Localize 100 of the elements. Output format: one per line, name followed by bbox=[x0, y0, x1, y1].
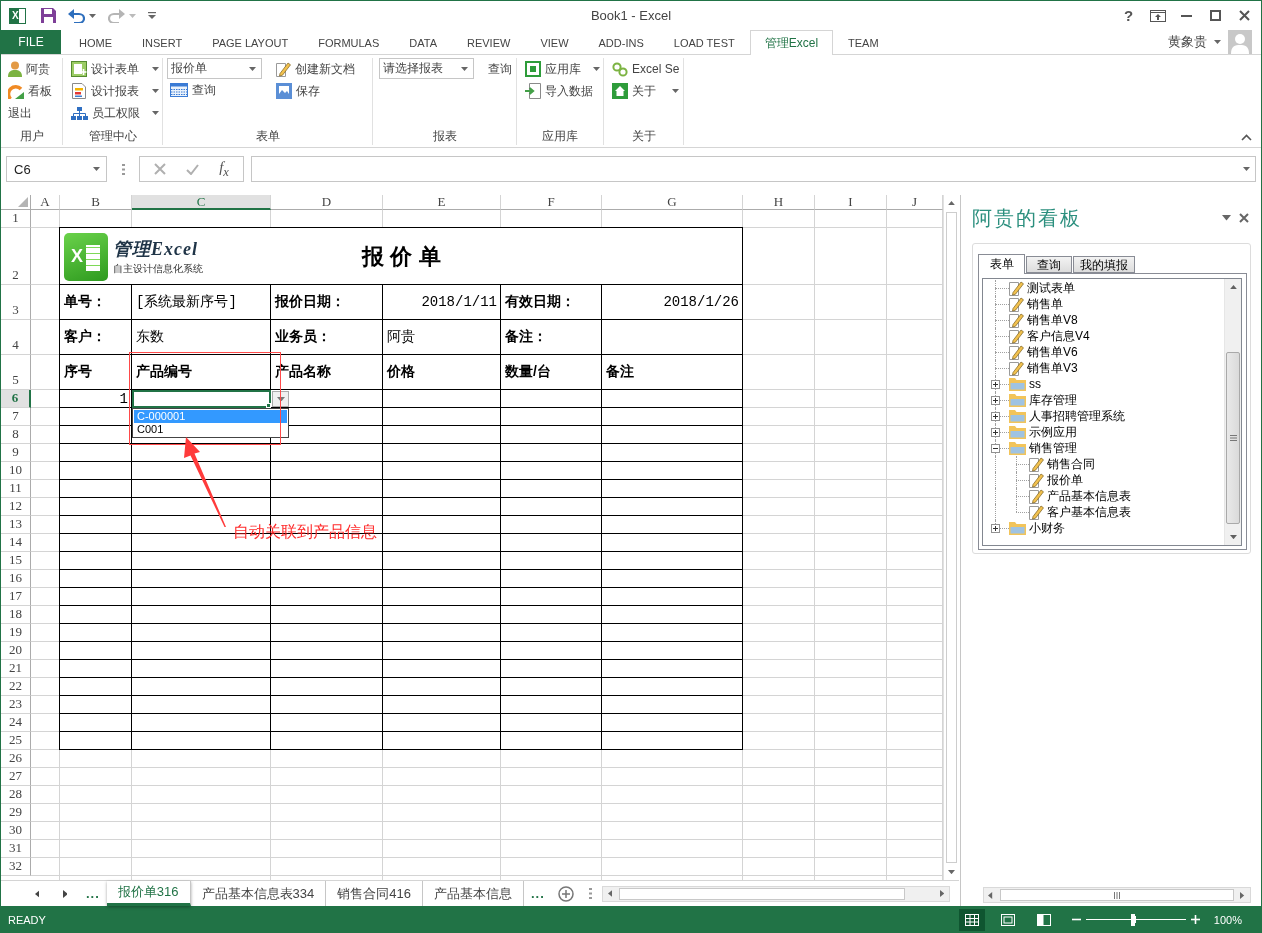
row-header[interactable]: 22 bbox=[1, 678, 31, 696]
scroll-thumb[interactable] bbox=[946, 212, 957, 863]
column-header[interactable]: F bbox=[501, 195, 602, 210]
tree-item[interactable]: 报价单 bbox=[1047, 471, 1083, 489]
horizontal-scrollbar[interactable] bbox=[982, 887, 1251, 903]
column-header[interactable]: A bbox=[31, 195, 60, 210]
ribbon-tab[interactable]: REVIEW bbox=[452, 30, 526, 55]
scroll-thumb[interactable] bbox=[999, 889, 1234, 901]
tree-item[interactable]: 客户基本信息表 bbox=[1047, 503, 1131, 521]
row-header[interactable]: 28 bbox=[1, 786, 31, 804]
column-header[interactable]: D bbox=[271, 195, 383, 210]
tree-item[interactable]: 测试表单 bbox=[1027, 279, 1075, 297]
ribbon-tab[interactable]: VIEW bbox=[525, 30, 584, 55]
dropdown-field[interactable]: 报价单 bbox=[167, 58, 262, 79]
row-header[interactable]: 25 bbox=[1, 732, 31, 750]
row-header[interactable]: 30 bbox=[1, 822, 31, 840]
row-header[interactable]: 1 bbox=[1, 210, 31, 228]
row-header[interactable]: 19 bbox=[1, 624, 31, 642]
menu-button[interactable]: 应用库 bbox=[522, 58, 603, 80]
sheet-tab[interactable]: 报价单316 bbox=[106, 881, 191, 906]
scroll-thumb[interactable] bbox=[618, 887, 905, 900]
menu-button[interactable]: 关于 bbox=[609, 80, 683, 102]
ribbon-button[interactable]: 看板 bbox=[5, 80, 58, 102]
row-header[interactable]: 24 bbox=[1, 714, 31, 732]
column-header[interactable]: B bbox=[60, 195, 132, 210]
row-header[interactable]: 18 bbox=[1, 606, 31, 624]
help-button[interactable]: ? bbox=[1114, 3, 1143, 28]
ribbon-tab[interactable]: ADD-INS bbox=[583, 30, 659, 55]
expand-icon[interactable] bbox=[991, 396, 1000, 405]
slider-thumb[interactable] bbox=[1130, 913, 1135, 926]
column-header[interactable]: J bbox=[887, 195, 943, 210]
row-header[interactable]: 9 bbox=[1, 444, 31, 462]
ribbon-button[interactable]: 查询 bbox=[167, 79, 262, 101]
ribbon-tab[interactable]: FILE bbox=[1, 30, 61, 54]
row-header[interactable]: 12 bbox=[1, 498, 31, 516]
row-header[interactable]: 3 bbox=[1, 285, 31, 320]
column-header[interactable]: G bbox=[602, 195, 743, 210]
ribbon-button[interactable]: 阿贵 bbox=[5, 58, 58, 80]
row-header[interactable]: 6 bbox=[1, 390, 31, 408]
ribbon-tab[interactable]: HOME bbox=[64, 30, 127, 55]
tree-item[interactable]: 小财务 bbox=[1029, 519, 1065, 537]
vertical-scrollbar[interactable] bbox=[943, 195, 959, 880]
formula-input[interactable] bbox=[251, 156, 1256, 182]
dropdown-option[interactable]: C001 bbox=[134, 423, 287, 436]
tree-item[interactable]: 人事招聘管理系统 bbox=[1029, 407, 1125, 425]
row-header[interactable]: 31 bbox=[1, 840, 31, 858]
row-header[interactable]: 11 bbox=[1, 480, 31, 498]
ribbon-button[interactable]: 查询 bbox=[485, 58, 515, 80]
expand-icon[interactable] bbox=[991, 428, 1000, 437]
row-header[interactable]: 32 bbox=[1, 858, 31, 876]
tree-item[interactable]: 库存管理 bbox=[1029, 391, 1077, 409]
row-header[interactable]: 4 bbox=[1, 320, 31, 355]
tree-item[interactable]: 销售合同 bbox=[1047, 455, 1095, 473]
row-header[interactable]: 15 bbox=[1, 552, 31, 570]
row-header[interactable]: 14 bbox=[1, 534, 31, 552]
pane-tab[interactable]: 表单 bbox=[978, 254, 1025, 274]
close-pane-button[interactable] bbox=[1239, 213, 1249, 223]
ribbon-tab[interactable]: PAGE LAYOUT bbox=[197, 30, 304, 55]
menu-button[interactable]: 设计报表 bbox=[68, 80, 162, 102]
row-header[interactable]: 21 bbox=[1, 660, 31, 678]
dropdown-field[interactable]: 请选择报表 bbox=[379, 58, 474, 79]
row-header[interactable]: 23 bbox=[1, 696, 31, 714]
account-button[interactable]: 黄象贵 bbox=[1168, 33, 1221, 51]
ribbon-button[interactable]: 保存 bbox=[273, 80, 358, 102]
more-tabs-button[interactable]: ... bbox=[523, 881, 552, 906]
tree-item[interactable]: 销售单 bbox=[1027, 295, 1063, 313]
column-header[interactable]: C bbox=[132, 195, 271, 210]
expand-icon[interactable] bbox=[991, 380, 1000, 389]
row-header[interactable]: 2 bbox=[1, 228, 31, 285]
tree-item[interactable]: 销售单V8 bbox=[1027, 311, 1078, 329]
row-header[interactable]: 29 bbox=[1, 804, 31, 822]
column-header[interactable]: I bbox=[815, 195, 887, 210]
ribbon-tab[interactable]: LOAD TEST bbox=[658, 30, 750, 55]
tree-item[interactable]: 销售单V3 bbox=[1027, 359, 1078, 377]
collapse-ribbon-button[interactable] bbox=[1241, 134, 1252, 141]
row-header[interactable]: 16 bbox=[1, 570, 31, 588]
horizontal-scrollbar[interactable] bbox=[601, 885, 950, 902]
ribbon-button[interactable]: 导入数据 bbox=[522, 80, 603, 102]
tree-item[interactable]: 产品基本信息表 bbox=[1047, 487, 1131, 505]
pane-options-button[interactable] bbox=[1222, 215, 1231, 221]
pane-tab[interactable]: 查询 bbox=[1026, 256, 1072, 273]
column-header[interactable]: H bbox=[743, 195, 815, 210]
row-header[interactable]: 10 bbox=[1, 462, 31, 480]
app-logo[interactable]: X bbox=[9, 7, 26, 24]
tree-item[interactable]: 示例应用 bbox=[1029, 423, 1077, 441]
tree-item[interactable]: ss bbox=[1029, 377, 1041, 391]
ribbon-button[interactable]: 退出 bbox=[5, 102, 58, 124]
row-header[interactable]: 7 bbox=[1, 408, 31, 426]
column-header[interactable]: E bbox=[383, 195, 501, 210]
scroll-thumb[interactable] bbox=[1226, 352, 1240, 524]
ribbon-tab[interactable]: DATA bbox=[394, 30, 452, 55]
view-button[interactable] bbox=[958, 908, 985, 931]
tree-item[interactable]: 销售管理 bbox=[1029, 439, 1077, 457]
expand-icon[interactable] bbox=[991, 412, 1000, 421]
row-header[interactable]: 20 bbox=[1, 642, 31, 660]
vertical-scrollbar[interactable] bbox=[1224, 279, 1241, 545]
name-box[interactable]: C6 bbox=[6, 156, 107, 182]
tree-item[interactable]: 客户信息V4 bbox=[1027, 327, 1090, 345]
row-header[interactable]: 8 bbox=[1, 426, 31, 444]
expand-icon[interactable] bbox=[991, 524, 1000, 533]
